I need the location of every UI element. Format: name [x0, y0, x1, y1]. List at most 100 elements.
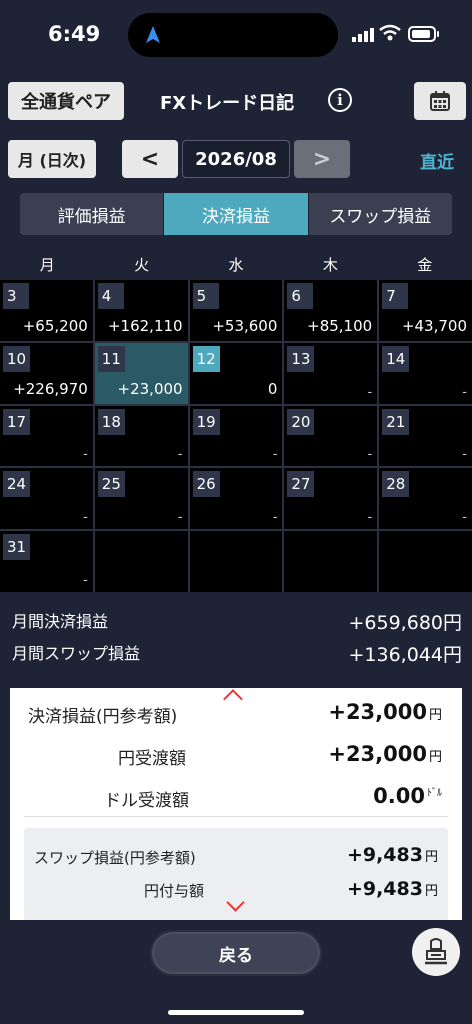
calendar-day-value: -: [462, 510, 467, 526]
next-month-button[interactable]: >: [294, 140, 350, 178]
divider: [24, 816, 448, 817]
yen-transfer-value: +23,000 円: [328, 742, 442, 766]
calendar-day-cell[interactable]: 6 +85,100: [284, 280, 378, 341]
dollar-transfer-label: ドル受渡額: [104, 791, 189, 811]
calendar-day-number: 14: [382, 345, 410, 372]
calendar-day-value: +43,700: [401, 316, 467, 335]
calendar-day-cell[interactable]: 24 -: [0, 468, 93, 530]
swap-pnl-row: スワップ損益(円参考額) +9,483 円: [24, 842, 448, 872]
calendar-day-number: 11: [97, 345, 125, 372]
back-button[interactable]: 戻る: [150, 930, 322, 976]
calendar-day-cell: [189, 531, 283, 592]
current-month-display[interactable]: 2026/08: [182, 140, 290, 178]
calendar-day-cell[interactable]: 28 -: [379, 468, 472, 530]
calendar-day-value: -: [367, 447, 373, 463]
calendar-day-value: +23,000: [117, 379, 183, 398]
yen-grant-amount: +9,483: [346, 878, 423, 900]
period-controls: 月 (日次) < 2026/08 > 直近: [0, 138, 472, 180]
calendar-day-cell[interactable]: 25 -: [94, 468, 188, 530]
calendar-day-cell[interactable]: 17 -: [0, 405, 93, 467]
dollar-transfer-amount: 0.00: [373, 784, 425, 808]
yen-unit: 円: [428, 708, 442, 723]
tab-settled-pnl[interactable]: 決済損益: [163, 193, 308, 235]
calendar-day-value: -: [83, 572, 88, 588]
calendar-day-number: 27: [287, 471, 315, 498]
monthly-settled-value: +659,680円: [348, 612, 463, 634]
calendar-day-cell[interactable]: 21 -: [379, 405, 472, 467]
calendar-day-value: -: [462, 384, 467, 400]
tab-valuation-pnl[interactable]: 評価損益: [20, 193, 164, 235]
day-detail-panel[interactable]: 決済損益(円参考額) +23,000 円 円受渡額 +23,000 円 ドル受渡額 …: [10, 688, 462, 920]
calendar-day-cell[interactable]: 27 -: [284, 468, 378, 530]
prev-month-button[interactable]: <: [122, 140, 178, 178]
swap-pnl-value: +9,483 円: [347, 844, 438, 866]
calendar-day-cell[interactable]: 12 0: [189, 342, 283, 404]
currency-pair-button[interactable]: 全通貨ペア: [8, 82, 124, 120]
monthly-swap-label: 月間スワップ損益: [12, 644, 141, 663]
calendar-day-cell[interactable]: 19 -: [189, 405, 283, 467]
calendar-day-value: -: [177, 510, 183, 526]
yen-grant-label: 円付与額: [144, 882, 205, 900]
calendar-day-value: -: [83, 510, 88, 526]
calendar-day-cell[interactable]: 26 -: [189, 468, 283, 530]
settled-pnl-row: 決済損益(円参考額) +23,000 円: [10, 696, 462, 732]
calendar-grid: 3 +65,200 4 +162,110 5 +53,600 6 +85,100 7 +43,70…: [0, 280, 472, 592]
calendar-day-value: -: [83, 447, 88, 463]
info-icon[interactable]: i: [328, 88, 352, 112]
calendar-day-cell: [379, 531, 472, 592]
yen-grant-value: +9,483 円: [347, 878, 438, 900]
calendar-icon: [430, 91, 450, 111]
calendar-day-number: 13: [287, 345, 315, 372]
cellular-signal-icon: [352, 28, 374, 42]
calendar-day-cell[interactable]: 7 +43,700: [379, 280, 472, 341]
calendar-button[interactable]: [414, 82, 466, 120]
calendar-day-value: +53,600: [212, 316, 278, 335]
dollar-transfer-value: 0.00 ﾄﾞﾙ: [373, 784, 442, 808]
tab-swap-pnl[interactable]: スワップ損益: [307, 193, 452, 235]
calendar-day-value: 0: [267, 379, 278, 398]
calendar-day-number: 24: [3, 471, 31, 498]
calendar-day-number: 31: [3, 534, 31, 561]
page-title: FXトレード日記: [160, 93, 295, 114]
calendar-day-cell[interactable]: 31 -: [0, 531, 93, 592]
status-bar: 6:49: [0, 0, 472, 70]
calendar-day-cell[interactable]: 11 +23,000: [94, 342, 188, 404]
calendar-day-number: 3: [3, 283, 29, 309]
calendar-day-cell: [284, 531, 378, 592]
calendar-day-value: -: [367, 510, 373, 526]
calendar-day-number: 18: [97, 408, 125, 435]
calendar-day-cell[interactable]: 14 -: [379, 342, 472, 404]
monthly-settled-label: 月間決済損益: [12, 612, 109, 631]
bell-menu-icon: [425, 938, 447, 965]
calendar-day-cell[interactable]: 3 +65,200: [0, 280, 93, 341]
calendar-day-number: 7: [382, 283, 409, 309]
calendar-day-cell[interactable]: 13 -: [284, 342, 378, 404]
yen-transfer-label: 円受渡額: [118, 749, 186, 769]
calendar-day-cell[interactable]: 4 +162,110: [94, 280, 188, 341]
calendar-day-cell[interactable]: 5 +53,600: [189, 280, 283, 341]
monthly-settled-row: 月間決済損益 +659,680円: [12, 608, 462, 635]
calendar-day-number: 4: [97, 283, 124, 309]
period-mode-button[interactable]: 月 (日次): [8, 140, 96, 178]
battery-icon: [408, 26, 439, 42]
menu-fab[interactable]: [412, 928, 460, 976]
calendar-day-cell[interactable]: 20 -: [284, 405, 378, 467]
bottom-bar: 戻る: [0, 920, 472, 1024]
calendar-day-value: +85,100: [307, 316, 373, 335]
weekday-label: 水: [228, 255, 244, 274]
settled-pnl-value: +23,000 円: [328, 700, 442, 724]
calendar-day-cell[interactable]: 10 +226,970: [0, 342, 93, 404]
calendar-day-cell[interactable]: 18 -: [94, 405, 188, 467]
calendar-day-value: -: [272, 510, 278, 526]
calendar-day-number: 6: [287, 283, 314, 309]
status-time: 6:49: [48, 22, 101, 46]
settled-pnl-amount: +23,000: [328, 700, 427, 724]
calendar-day-number: 17: [3, 408, 31, 435]
yen-unit: 円: [424, 850, 438, 865]
monthly-swap-value: +136,044円: [348, 644, 463, 666]
calendar-day-number: 20: [287, 408, 315, 435]
calendar-day-value: +226,970: [13, 379, 88, 398]
calendar-day-value: -: [272, 447, 278, 463]
latest-link[interactable]: 直近: [420, 148, 454, 173]
wifi-icon: [379, 24, 401, 41]
